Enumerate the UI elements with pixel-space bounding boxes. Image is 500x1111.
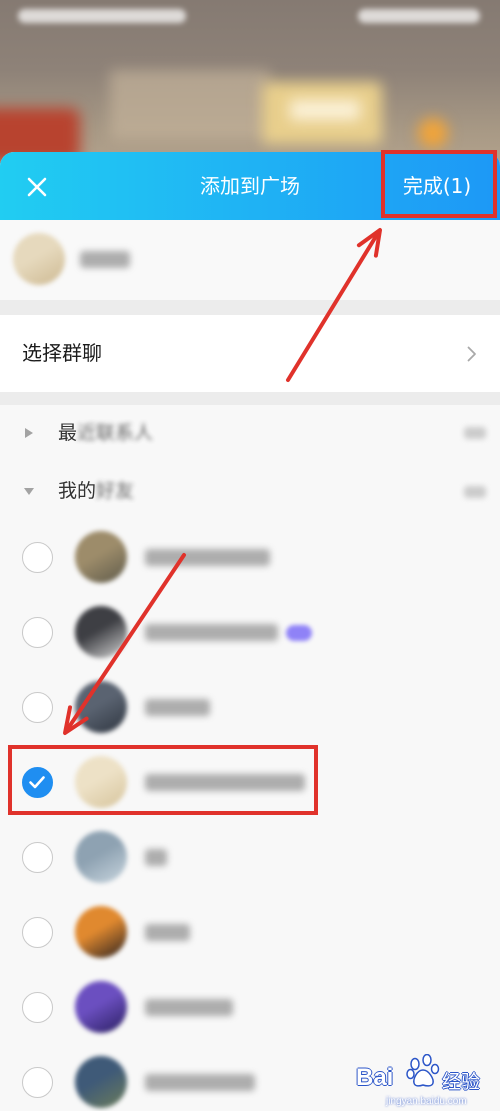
select-radio[interactable]	[22, 842, 53, 873]
selected-contact-avatar[interactable]	[13, 233, 65, 285]
chevron-right-icon	[467, 346, 476, 362]
select-radio[interactable]	[22, 542, 53, 573]
sheet-title: 添加到广场	[200, 174, 300, 198]
avatar	[75, 681, 127, 733]
checkmark-icon	[29, 776, 45, 789]
group-count-blurred	[464, 427, 486, 439]
group-label-text: 最	[58, 422, 78, 444]
group-label-text: 我的	[58, 480, 97, 502]
select-radio[interactable]	[22, 692, 53, 723]
group-my-friends[interactable]: 我的好友	[0, 462, 500, 520]
select-radio[interactable]	[22, 767, 53, 798]
selected-contact-name-blurred	[80, 251, 130, 268]
friend-row[interactable]	[0, 820, 500, 895]
friend-name-blurred	[145, 774, 305, 791]
sheet-header: 添加到广场 完成(1)	[0, 152, 500, 220]
friend-row[interactable]	[0, 670, 500, 745]
group-recent-contacts[interactable]: 最近联系人	[0, 405, 500, 462]
friend-row[interactable]	[0, 595, 500, 670]
close-icon	[27, 177, 47, 197]
avatar	[75, 906, 127, 958]
close-button[interactable]	[18, 167, 56, 205]
friend-row[interactable]	[0, 745, 500, 820]
avatar	[75, 606, 127, 658]
background-blob	[110, 70, 270, 140]
friend-row[interactable]	[0, 520, 500, 595]
select-radio[interactable]	[22, 617, 53, 648]
friend-name-blurred	[145, 999, 233, 1016]
status-bar-indicators-blurred	[358, 9, 480, 23]
triangle-right-icon	[25, 428, 33, 438]
name-badge-blurred	[286, 625, 312, 641]
select-radio[interactable]	[22, 1067, 53, 1098]
triangle-down-icon	[24, 488, 34, 495]
divider	[0, 300, 500, 315]
friend-name-blurred	[145, 1074, 255, 1091]
group-label-text-blurred: 近联系人	[77, 422, 154, 444]
watermark-brand-suffix: 经验	[442, 1071, 481, 1093]
select-group-chat-row[interactable]: 选择群聊	[0, 315, 500, 392]
friend-name-blurred	[145, 699, 210, 716]
friend-row[interactable]	[0, 970, 500, 1045]
select-group-chat-label: 选择群聊	[22, 341, 102, 365]
group-count-blurred	[464, 486, 486, 498]
avatar	[75, 1056, 127, 1108]
divider	[0, 392, 500, 405]
avatar	[75, 981, 127, 1033]
select-radio[interactable]	[22, 992, 53, 1023]
watermark-brand-prefix: Bai	[356, 1064, 394, 1091]
selected-contacts-strip	[0, 220, 500, 300]
watermark-url: jingyan.baidu.com	[386, 1096, 467, 1107]
background-blob	[418, 118, 448, 148]
avatar	[75, 831, 127, 883]
friend-name-blurred	[145, 924, 190, 941]
friend-name-blurred	[145, 849, 167, 866]
group-label: 我的好友	[58, 462, 134, 520]
group-label-text-blurred: 好友	[96, 480, 135, 502]
background-blob	[290, 100, 360, 120]
baidu-paw-icon	[406, 1054, 440, 1087]
avatar	[75, 756, 127, 808]
group-label: 最近联系人	[58, 405, 153, 462]
contact-list: 最近联系人 我的好友	[0, 405, 500, 1111]
friend-name-blurred	[145, 549, 270, 566]
select-radio[interactable]	[22, 917, 53, 948]
status-bar-carrier-blurred	[18, 9, 186, 23]
friend-name-blurred	[145, 624, 278, 641]
done-button[interactable]: 完成(1)	[384, 152, 490, 220]
baidu-jingyan-watermark: Bai 经验 jingyan.baidu.com	[350, 1052, 495, 1110]
friend-row[interactable]	[0, 895, 500, 970]
background-photo-blurred	[0, 0, 500, 175]
add-to-plaza-sheet: 添加到广场 完成(1) 选择群聊 最近联系人 我的好友	[0, 152, 500, 1111]
avatar	[75, 531, 127, 583]
